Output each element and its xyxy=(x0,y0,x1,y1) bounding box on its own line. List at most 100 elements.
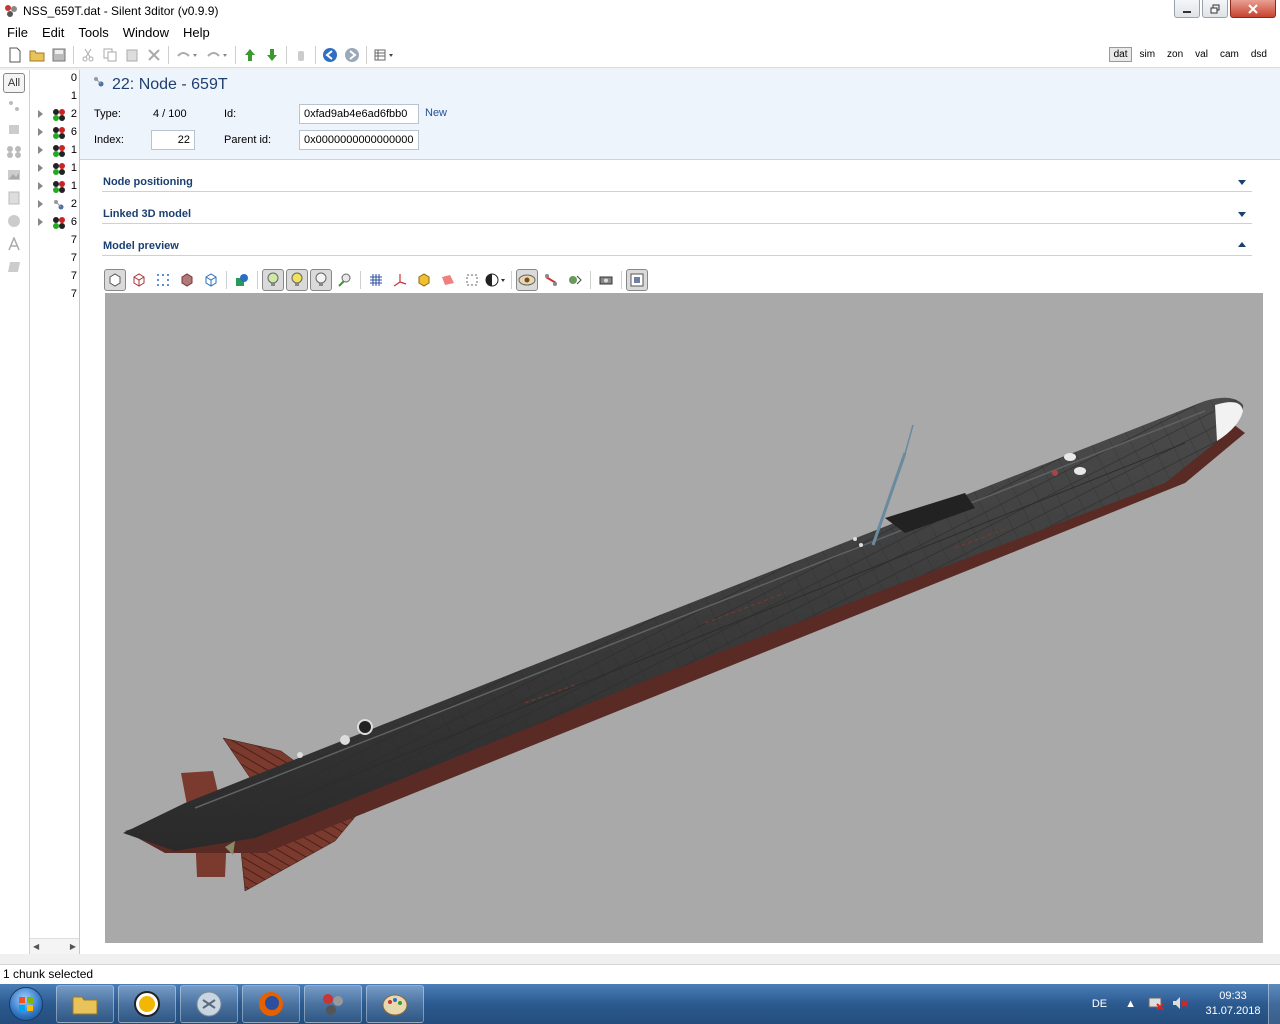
axes-icon[interactable] xyxy=(389,269,411,291)
expand-arrow-icon[interactable] xyxy=(1238,180,1246,185)
filter-document-icon[interactable] xyxy=(3,188,25,208)
tree-row[interactable]: 2 xyxy=(30,196,79,214)
paint-taskbar-icon[interactable] xyxy=(366,985,424,1023)
background-color-icon[interactable] xyxy=(626,269,648,291)
filter-cube-icon[interactable] xyxy=(3,119,25,139)
section-linked-3d-model[interactable]: Linked 3D model xyxy=(102,200,1252,224)
bounding-box-icon[interactable] xyxy=(413,269,435,291)
tree-row[interactable]: 1 xyxy=(30,178,79,196)
solid-cube-icon[interactable] xyxy=(104,269,126,291)
tree-row[interactable]: 7 xyxy=(30,268,79,286)
tree-horizontal-scrollbar[interactable]: ◀ ▶ xyxy=(30,938,79,954)
expand-arrow-icon[interactable] xyxy=(38,200,43,208)
filter-all-button[interactable]: All xyxy=(3,73,25,93)
tree-row[interactable]: 2 xyxy=(30,106,79,124)
tab-dsd[interactable]: dsd xyxy=(1246,47,1272,62)
camera-icon[interactable] xyxy=(595,269,617,291)
model-preview-viewport[interactable] xyxy=(105,293,1263,943)
filter-node-icon[interactable] xyxy=(3,96,25,116)
expand-arrow-icon[interactable] xyxy=(38,164,43,172)
new-file-icon[interactable] xyxy=(4,44,26,66)
grid-icon[interactable] xyxy=(365,269,387,291)
filter-label-icon[interactable] xyxy=(3,257,25,277)
section-node-positioning[interactable]: Node positioning xyxy=(102,168,1252,192)
selection-icon[interactable] xyxy=(461,269,483,291)
light-1-icon[interactable] xyxy=(262,269,284,291)
filter-texture-icon[interactable] xyxy=(3,165,25,185)
id-field[interactable]: 0xfad9ab4e6ad6fbb0 xyxy=(299,104,419,124)
scroll-right-icon[interactable]: ▶ xyxy=(70,942,76,951)
save-icon[interactable] xyxy=(48,44,70,66)
explorer-taskbar-icon[interactable] xyxy=(56,985,114,1023)
blue-cube-icon[interactable] xyxy=(200,269,222,291)
cut-icon[interactable] xyxy=(77,44,99,66)
tree-row[interactable]: 7 xyxy=(30,232,79,250)
filter-material-icon[interactable] xyxy=(3,142,25,162)
tree-row[interactable]: 0 xyxy=(30,70,79,88)
tree-row[interactable]: 1 xyxy=(30,88,79,106)
show-desktop-button[interactable] xyxy=(1268,984,1280,1024)
language-indicator[interactable]: DE xyxy=(1092,998,1107,1010)
open-folder-icon[interactable] xyxy=(26,44,48,66)
menu-help[interactable]: Help xyxy=(176,25,217,40)
scroll-left-icon[interactable]: ◀ xyxy=(33,942,39,951)
tree-row[interactable]: 6 xyxy=(30,124,79,142)
forward-icon[interactable] xyxy=(341,44,363,66)
expand-arrow-icon[interactable] xyxy=(38,218,43,226)
expand-arrow-icon[interactable] xyxy=(38,182,43,190)
tree-row[interactable]: 7 xyxy=(30,250,79,268)
filter-text-icon[interactable] xyxy=(3,234,25,254)
bones-icon[interactable] xyxy=(540,269,562,291)
eye-icon[interactable] xyxy=(516,269,538,291)
delete-icon[interactable] xyxy=(143,44,165,66)
shading-mode-icon[interactable] xyxy=(485,269,507,291)
section-model-preview[interactable]: Model preview xyxy=(102,232,1252,256)
network-icon[interactable] xyxy=(1148,996,1164,1013)
close-button[interactable] xyxy=(1230,0,1276,18)
new-id-link[interactable]: New xyxy=(425,107,447,119)
shaded-cube-icon[interactable] xyxy=(176,269,198,291)
plane-icon[interactable] xyxy=(437,269,459,291)
tree-row[interactable]: 1 xyxy=(30,142,79,160)
tab-dat[interactable]: dat xyxy=(1108,47,1133,62)
points-icon[interactable] xyxy=(152,269,174,291)
silent-3ditor-taskbar-icon[interactable] xyxy=(304,985,362,1023)
animation-icon[interactable] xyxy=(564,269,586,291)
copy-icon[interactable] xyxy=(99,44,121,66)
expand-arrow-icon[interactable] xyxy=(1238,212,1246,217)
light-3-icon[interactable] xyxy=(310,269,332,291)
tab-cam[interactable]: cam xyxy=(1215,47,1244,62)
expand-arrow-icon[interactable] xyxy=(38,110,43,118)
expand-arrow-icon[interactable] xyxy=(38,128,43,136)
light-settings-icon[interactable] xyxy=(334,269,356,291)
undo-icon[interactable] xyxy=(172,44,202,66)
menu-file[interactable]: File xyxy=(0,25,35,40)
tree-row[interactable]: 7 xyxy=(30,286,79,304)
tree-row[interactable]: 1 xyxy=(30,160,79,178)
move-down-icon[interactable] xyxy=(261,44,283,66)
parent-id-field[interactable]: 0x0000000000000000 xyxy=(299,130,419,150)
hand-icon[interactable] xyxy=(290,44,312,66)
tab-val[interactable]: val xyxy=(1190,47,1213,62)
layout-dropdown-icon[interactable] xyxy=(370,44,400,66)
move-up-icon[interactable] xyxy=(239,44,261,66)
minimize-button[interactable] xyxy=(1174,0,1200,18)
start-button[interactable] xyxy=(0,984,52,1024)
firefox-taskbar-icon[interactable] xyxy=(242,985,300,1023)
tab-zon[interactable]: zon xyxy=(1162,47,1188,62)
game-taskbar-icon[interactable] xyxy=(180,985,238,1023)
show-hidden-icons-icon[interactable]: ▲ xyxy=(1125,998,1136,1010)
filter-sound-icon[interactable] xyxy=(3,211,25,231)
menu-window[interactable]: Window xyxy=(116,25,176,40)
redo-icon[interactable] xyxy=(202,44,232,66)
clock[interactable]: 09:33 31.07.2018 xyxy=(1198,989,1268,1019)
paste-icon[interactable] xyxy=(121,44,143,66)
back-icon[interactable] xyxy=(319,44,341,66)
menu-edit[interactable]: Edit xyxy=(35,25,71,40)
menu-tools[interactable]: Tools xyxy=(71,25,115,40)
tab-sim[interactable]: sim xyxy=(1134,47,1160,62)
restore-button[interactable] xyxy=(1202,0,1228,18)
tree-row[interactable]: 6 xyxy=(30,214,79,232)
index-field[interactable]: 22 xyxy=(151,130,195,150)
light-2-icon[interactable] xyxy=(286,269,308,291)
